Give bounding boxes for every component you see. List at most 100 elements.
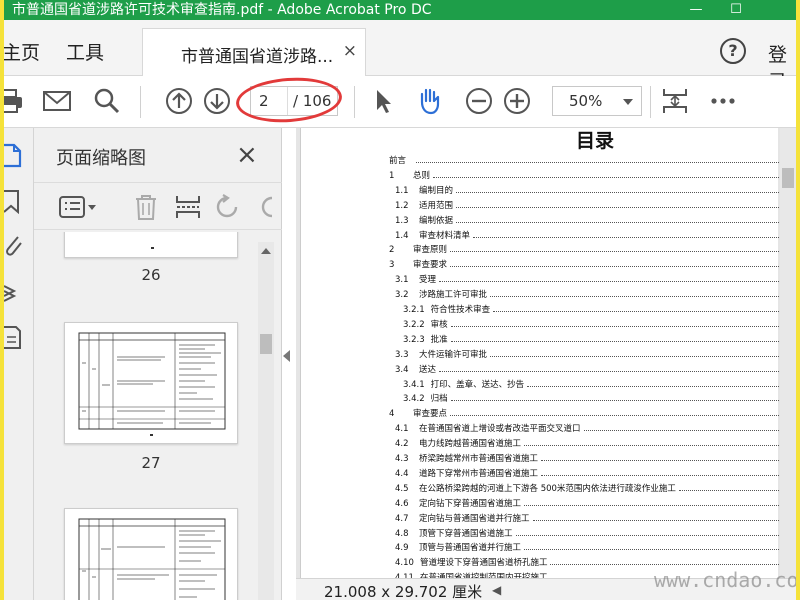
- chevron-down-icon: [623, 99, 633, 105]
- toc-entry[interactable]: 前言: [389, 154, 796, 166]
- toc-leader-dots: [450, 261, 796, 268]
- page-thumbnails-icon[interactable]: [4, 142, 26, 168]
- close-icon[interactable]: ×: [236, 140, 258, 170]
- fit-page-icon[interactable]: [660, 86, 690, 116]
- thumbnail-page-26[interactable]: [64, 232, 238, 258]
- toc-entry-text: 定向钻下穿普通国省道施工: [419, 498, 522, 509]
- toc-entry-number: 1.3: [395, 215, 409, 226]
- toc-entry[interactable]: 1.1 编制目的: [395, 184, 796, 196]
- toc-entry[interactable]: 4.4 道路下穿常州市普通国省道施工: [395, 467, 796, 479]
- toc-entry[interactable]: 4.2 电力线跨越普通国省道施工: [395, 437, 796, 449]
- document-content-icon[interactable]: [4, 324, 26, 350]
- toc-entry[interactable]: 4.5 在公路桥梁跨越的河道上下游各 500米范围内依法进行疏浚作业施工: [395, 482, 796, 494]
- rotate-icon[interactable]: [214, 193, 242, 221]
- toc-entry[interactable]: 3.2.3 批准: [403, 333, 796, 345]
- toc-entry[interactable]: 1.2 适用范围: [395, 199, 796, 211]
- search-icon[interactable]: [92, 86, 122, 116]
- hand-tool-icon[interactable]: [414, 86, 444, 116]
- email-icon[interactable]: [42, 86, 72, 116]
- left-navigation-rail: [4, 128, 34, 600]
- toc-entry-text: 顶管与普通国省道并行施工: [419, 543, 522, 554]
- thumbnail-page-28[interactable]: [64, 508, 238, 600]
- delete-icon[interactable]: [132, 193, 160, 221]
- thumbnail-list[interactable]: 26 27: [34, 232, 282, 600]
- select-cursor-icon[interactable]: [368, 86, 398, 116]
- next-page-icon[interactable]: [202, 86, 232, 116]
- toc-entry[interactable]: 4.8 顶管下穿普通国省道施工: [395, 527, 796, 539]
- toc-entry-number: 3.3: [395, 349, 409, 360]
- toc-entry-text: 归档: [430, 394, 448, 405]
- toc-entry[interactable]: 3.4 送达: [395, 363, 796, 375]
- print-icon[interactable]: [4, 86, 26, 116]
- toc-entry-text: 审查材料清单: [419, 230, 471, 241]
- toc-entry[interactable]: 3.2 涉路施工许可审批: [395, 288, 796, 300]
- toc-entry-text: 涉路施工许可审批: [419, 290, 488, 301]
- document-view[interactable]: 目录 前言 1 总则 1.1 编制目的 1.2 适用范围 1.3 编制依据 1.4 审查材料清单 2 审…: [296, 128, 796, 588]
- toc-entry[interactable]: 3.2.2 审核: [403, 318, 796, 330]
- toc-entry-number: 4.10: [395, 558, 414, 569]
- help-icon[interactable]: ?: [720, 38, 746, 64]
- toc-entry-number: 3.4.1: [403, 379, 425, 390]
- previous-page-icon[interactable]: [164, 86, 194, 116]
- toc-entry-text: 桥梁跨越常州市普通国省道施工: [419, 454, 539, 464]
- toc-entry-number: 3.2: [395, 290, 409, 301]
- zoom-in-icon[interactable]: [502, 86, 532, 116]
- tab-bar: 主页 工具 市普通国省道涉路... × ? 登录: [4, 20, 796, 93]
- tab-document[interactable]: 市普通国省道涉路... ×: [142, 28, 366, 76]
- toc-entry[interactable]: 3.4.1 打印、盖章、送达、抄告: [403, 378, 796, 390]
- scrollbar-thumb[interactable]: [782, 168, 794, 188]
- insert-page-icon[interactable]: [174, 193, 202, 221]
- toc-entry[interactable]: 3 审查要求: [389, 258, 796, 270]
- toc-entry[interactable]: 4.1 在普通国省道上增设或者改造平面交叉道口: [395, 422, 796, 434]
- toc-entry[interactable]: 3.1 受理: [395, 273, 796, 285]
- toc-entry[interactable]: 4.3 桥梁跨越常州市普通国省道施工: [395, 452, 796, 464]
- toc-entry[interactable]: 4.7 定向钻与普通国省道并行施工: [395, 512, 796, 524]
- toc-leader-dots: [456, 202, 796, 208]
- scroll-up-icon[interactable]: [261, 248, 271, 254]
- toc-leader-dots: [450, 321, 796, 327]
- toc-entry-text: 道路下穿常州市普通国省道施工: [419, 468, 539, 479]
- toc-entry[interactable]: 2 审查原则: [389, 243, 796, 255]
- toc-entry-text: 编制目的: [419, 185, 454, 196]
- toc-title: 目录: [575, 130, 614, 152]
- toc-entry[interactable]: 3.2.1 符合性技术审查: [403, 303, 796, 315]
- document-scrollbar[interactable]: [780, 128, 796, 578]
- zoom-dropdown[interactable]: 50%: [552, 86, 642, 116]
- bookmark-icon[interactable]: [4, 188, 26, 214]
- toc-leader-dots: [439, 366, 796, 372]
- options-menu-icon[interactable]: [58, 195, 98, 219]
- toc-entry-text: 总则: [413, 170, 431, 181]
- toc-entry[interactable]: 4.9 顶管与普通国省道并行施工: [395, 541, 796, 553]
- toc-entry[interactable]: 4.10 管道埋设下穿普通国省道桥孔施工: [395, 556, 796, 568]
- rotate-clockwise-icon[interactable]: [256, 193, 276, 221]
- tab-home[interactable]: 主页: [4, 38, 40, 65]
- toc-entry[interactable]: 3.4.2 归档: [403, 392, 796, 404]
- toc-entry-number: 1.1: [395, 185, 409, 196]
- thumbnail-label: 27: [141, 454, 161, 472]
- toc-entry-number: 4.9: [395, 543, 409, 554]
- toc-entry[interactable]: 1 总则: [389, 169, 796, 181]
- attachment-icon[interactable]: [4, 232, 26, 258]
- toc-leader-dots: [524, 500, 796, 506]
- maximize-button[interactable]: ☐: [716, 0, 756, 20]
- toc-leader-dots: [550, 559, 796, 566]
- thumbnail-page-27[interactable]: [64, 322, 238, 444]
- thumbnail-scrollbar[interactable]: [258, 242, 274, 600]
- window-title: 市普通国省道涉路许可技术审查指南.pdf - Adobe Acrobat Pro…: [12, 2, 432, 18]
- layers-icon[interactable]: [4, 278, 26, 304]
- zoom-out-icon[interactable]: [464, 86, 494, 116]
- toc-entry[interactable]: 4 审查要点: [389, 407, 796, 419]
- more-options-icon[interactable]: [708, 86, 738, 116]
- toc-entry[interactable]: 1.3 编制依据: [395, 214, 796, 226]
- collapse-panel-icon[interactable]: [283, 350, 290, 362]
- scrollbar-thumb[interactable]: [260, 334, 272, 354]
- document-tab-close-icon[interactable]: ×: [343, 41, 357, 61]
- tab-tools[interactable]: 工具: [66, 38, 104, 65]
- toc-entry[interactable]: 1.4 审查材料清单: [395, 229, 796, 241]
- minimize-button[interactable]: —: [676, 0, 716, 20]
- toc-leader-dots: [450, 395, 796, 402]
- toc-entry[interactable]: 3.3 大件运输许可审批: [395, 348, 796, 360]
- toc-entry[interactable]: 4.6 定向钻下穿普通国省道施工: [395, 497, 796, 509]
- scroll-left-icon[interactable]: ◀: [492, 583, 501, 597]
- toc-leader-dots: [678, 485, 796, 491]
